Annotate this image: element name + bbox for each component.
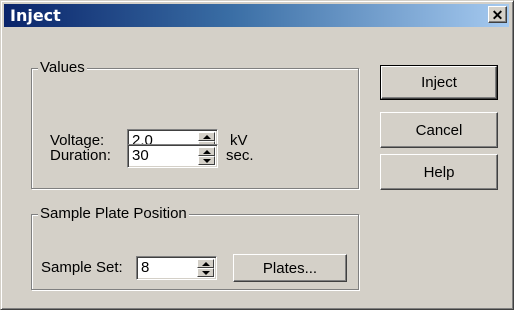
sample-set-value[interactable]: 8 xyxy=(141,259,149,277)
triangle-down-icon xyxy=(203,159,211,163)
duration-increment-button[interactable] xyxy=(198,147,215,156)
sample-set-stepper[interactable]: 8 xyxy=(136,256,217,280)
inject-button[interactable]: Inject xyxy=(380,65,498,100)
triangle-up-icon xyxy=(203,135,211,139)
sample-set-spin-buttons xyxy=(197,259,214,277)
duration-spin-buttons xyxy=(198,147,215,165)
close-icon: ✕ xyxy=(491,6,504,23)
sample-set-increment-button[interactable] xyxy=(197,259,214,268)
duration-value[interactable]: 30 xyxy=(132,147,149,165)
close-button[interactable]: ✕ xyxy=(488,6,507,23)
voltage-increment-button[interactable] xyxy=(198,132,215,141)
title-bar[interactable]: Inject ✕ xyxy=(4,4,509,27)
values-group-legend: Values xyxy=(38,59,87,76)
window-title: Inject xyxy=(10,6,61,25)
help-button[interactable]: Help xyxy=(380,154,498,190)
sample-set-label: Sample Set: xyxy=(41,259,123,276)
sample-plate-group-legend: Sample Plate Position xyxy=(38,205,189,222)
cancel-button[interactable]: Cancel xyxy=(380,112,498,148)
inject-dialog: Inject ✕ Values Voltage: 2.0 kV Duration… xyxy=(0,0,514,310)
plates-button[interactable]: Plates... xyxy=(233,254,347,282)
triangle-down-icon xyxy=(202,271,210,275)
duration-unit: sec. xyxy=(226,147,254,164)
duration-label: Duration: xyxy=(50,147,111,164)
duration-decrement-button[interactable] xyxy=(198,156,215,165)
triangle-up-icon xyxy=(203,150,211,154)
duration-stepper[interactable]: 30 xyxy=(127,144,218,168)
triangle-up-icon xyxy=(202,262,210,266)
sample-set-decrement-button[interactable] xyxy=(197,268,214,277)
